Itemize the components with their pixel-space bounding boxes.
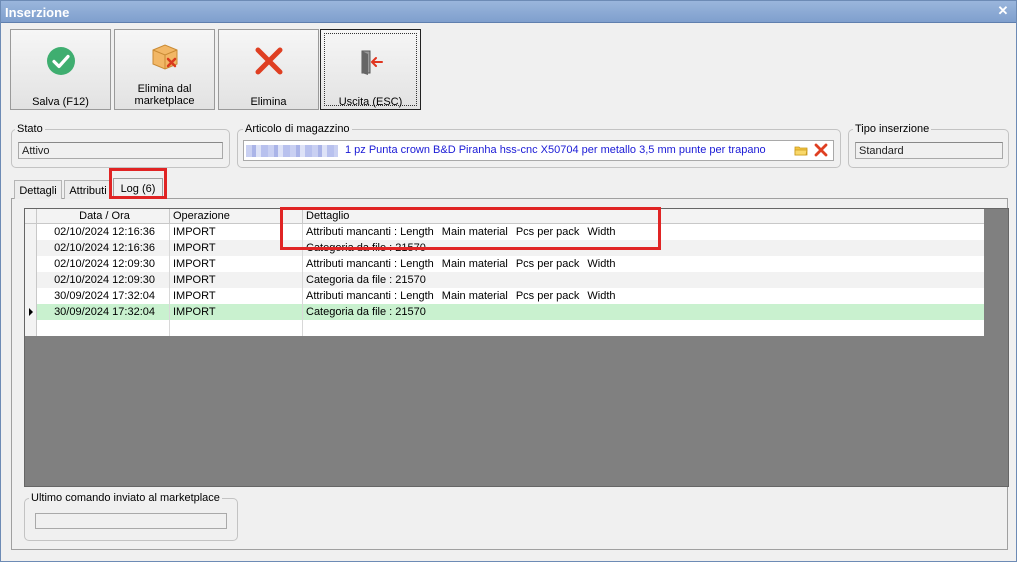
table-row[interactable]: 02/10/2024 12:09:30 IMPORT Attributi man… [25, 256, 984, 272]
status-legend: Stato [15, 123, 45, 135]
cell-datetime: 02/10/2024 12:16:36 [37, 240, 170, 256]
exit-door-icon [361, 50, 383, 75]
cell-datetime: 30/09/2024 17:32:04 [37, 304, 170, 320]
insertion-type-field: Standard [855, 142, 1003, 159]
cell-datetime: 02/10/2024 12:09:30 [37, 256, 170, 272]
title-bar[interactable]: Inserzione ✕ [1, 1, 1016, 23]
cell-operation: IMPORT [170, 256, 303, 272]
last-command-field [35, 513, 227, 529]
save-button-label: Salva (F12) [32, 96, 89, 108]
table-row[interactable]: 02/10/2024 12:16:36 IMPORT Categoria da … [25, 240, 984, 256]
article-field[interactable]: 1 pz Punta crown B&D Piranha hss-cnc X50… [243, 140, 834, 161]
check-circle-icon [46, 47, 75, 75]
article-description: 1 pz Punta crown B&D Piranha hss-cnc X50… [345, 144, 766, 156]
row-indicator-header [25, 209, 37, 224]
delete-marketplace-label-1: Elimina dal [137, 83, 192, 95]
cell-datetime: 02/10/2024 12:16:36 [37, 224, 170, 240]
cell-detail: Attributi mancanti : Length Main material… [306, 226, 616, 238]
current-row-arrow-icon [25, 304, 37, 320]
table-row-new[interactable] [25, 320, 984, 336]
cell-datetime: 30/09/2024 17:32:04 [37, 288, 170, 304]
x-delete-icon [255, 47, 282, 75]
tab-log[interactable]: Log (6) [113, 178, 163, 199]
clear-x-icon[interactable] [813, 142, 829, 158]
article-code-redacted [246, 145, 338, 157]
column-header-detail[interactable]: Dettaglio [303, 209, 984, 224]
save-button[interactable]: Salva (F12) [10, 29, 111, 110]
folder-open-icon[interactable] [794, 144, 808, 156]
cell-operation: IMPORT [170, 224, 303, 240]
cell-operation: IMPORT [170, 240, 303, 256]
cell-detail: Categoria da file : 21570 [306, 242, 426, 254]
exit-button[interactable]: Uscita (ESC) [320, 29, 421, 110]
cell-detail: Attributi mancanti : Length Main material… [306, 258, 616, 270]
tab-dettagli[interactable]: Dettagli [14, 180, 62, 199]
column-header-operation[interactable]: Operazione [170, 209, 303, 224]
window-title: Inserzione [5, 5, 70, 20]
tab-attributi[interactable]: Attributi [64, 180, 112, 199]
cell-detail: Attributi mancanti : Length Main material… [306, 290, 616, 302]
insertion-type-legend: Tipo inserzione [853, 123, 932, 135]
delete-from-marketplace-button[interactable]: Elimina dal marketplace [114, 29, 215, 110]
box-delete-icon [152, 44, 177, 70]
inserzione-window: Inserzione ✕ Salva (F12) Elimina dal mar… [0, 0, 1017, 562]
cell-detail: Categoria da file : 21570 [306, 306, 426, 318]
table-row[interactable]: 02/10/2024 12:16:36 IMPORT Attributi man… [25, 224, 984, 240]
last-command-legend: Ultimo comando inviato al marketplace [29, 492, 222, 504]
log-grid[interactable]: Data / Ora Operazione Dettaglio 02/10/20… [24, 208, 1009, 487]
close-icon[interactable]: ✕ [996, 4, 1010, 18]
cell-datetime: 02/10/2024 12:09:30 [37, 272, 170, 288]
delete-marketplace-label-2: marketplace [134, 95, 195, 107]
log-grid-body: Data / Ora Operazione Dettaglio 02/10/20… [25, 209, 984, 336]
status-field: Attivo [18, 142, 223, 159]
cell-operation: IMPORT [170, 272, 303, 288]
table-row[interactable]: 30/09/2024 17:32:04 IMPORT Attributi man… [25, 288, 984, 304]
exit-button-label: Uscita (ESC) [338, 96, 403, 108]
delete-button[interactable]: Elimina [218, 29, 319, 110]
column-header-datetime[interactable]: Data / Ora [37, 209, 170, 224]
article-legend: Articolo di magazzino [243, 123, 352, 135]
table-row[interactable]: 02/10/2024 12:09:30 IMPORT Categoria da … [25, 272, 984, 288]
delete-button-label: Elimina [250, 96, 287, 108]
cell-operation: IMPORT [170, 304, 303, 320]
cell-operation: IMPORT [170, 288, 303, 304]
cell-detail: Categoria da file : 21570 [306, 274, 426, 286]
table-row-current[interactable]: 30/09/2024 17:32:04 IMPORT Categoria da … [25, 304, 984, 320]
